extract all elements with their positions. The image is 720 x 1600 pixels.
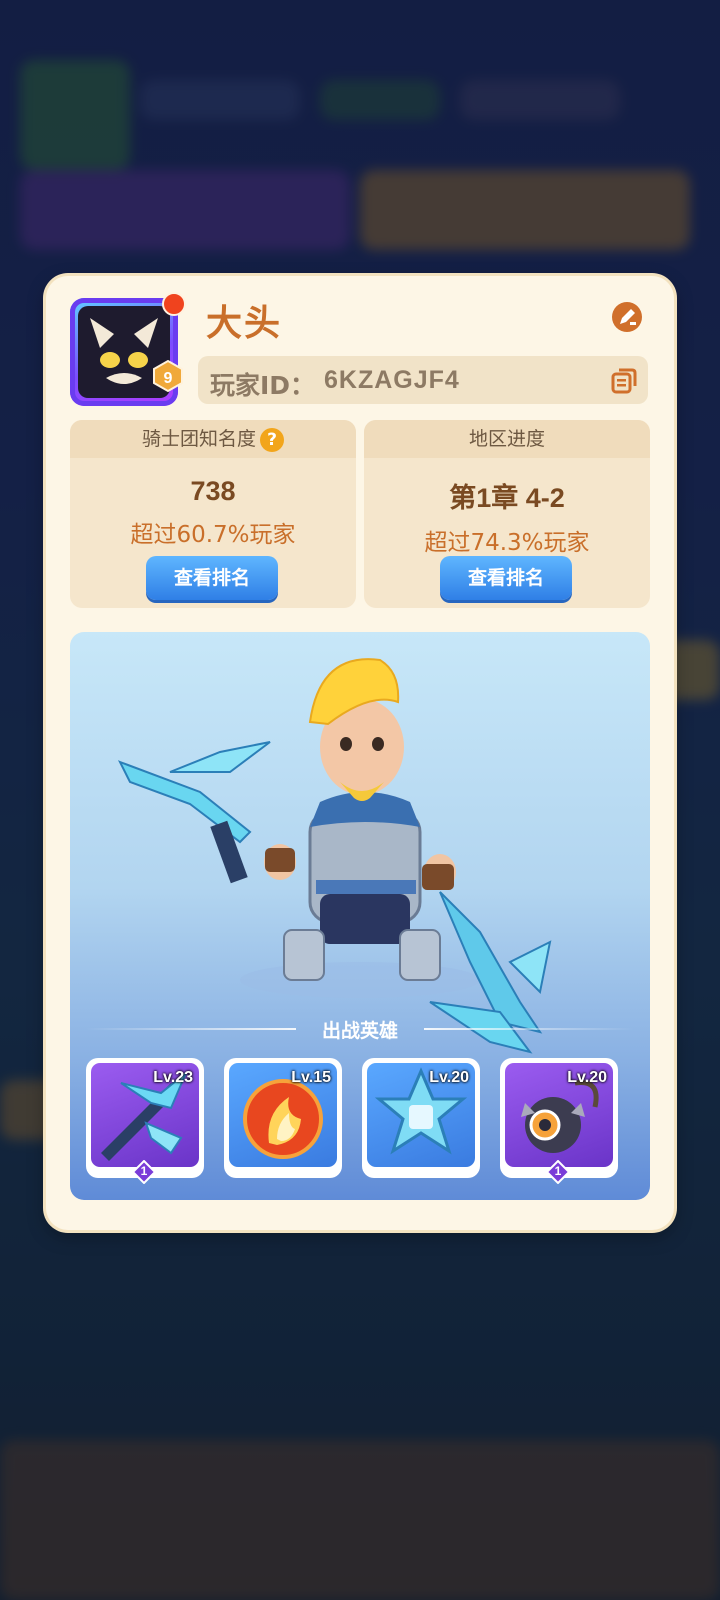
equip-slot-1-badge: 1 xyxy=(131,1159,157,1185)
equip-slot-1-level: Lv.23 xyxy=(153,1069,193,1086)
edit-name-icon[interactable] xyxy=(610,300,644,334)
avatar-frame[interactable]: 9 xyxy=(70,292,186,406)
region-rank-button[interactable]: 查看排名 xyxy=(440,556,572,600)
equip-slot-1[interactable]: Lv.23 1 xyxy=(86,1058,204,1185)
region-percentile: 超过74.3%玩家 xyxy=(424,530,590,556)
player-id-label: 玩家ID： xyxy=(210,371,316,400)
fame-title: 骑士团知名度 xyxy=(141,428,256,450)
player-profile-card: 9 大头 玩家ID： 6KZAGJF4 骑士团知名度? 738 超过60.7%玩… xyxy=(46,276,674,1230)
fame-rank-button[interactable]: 查看排名 xyxy=(146,556,278,600)
equip-slot-4-bg: Lv.20 xyxy=(505,1063,613,1167)
help-icon[interactable]: ? xyxy=(260,427,284,452)
hero-showcase: 出战英雄 Lv.23 1 Lv.15 Lv.20 Lv.20 1 xyxy=(70,632,650,1200)
equip-slot-1-badge-number: 1 xyxy=(140,1164,148,1178)
battle-heroes-label: 出战英雄 xyxy=(321,1020,398,1042)
equip-slot-2-level: Lv.15 xyxy=(291,1069,331,1086)
copy-icon[interactable] xyxy=(610,366,638,394)
region-stat-box: 地区进度 第1章 4-2 超过74.3%玩家 查看排名 xyxy=(364,420,650,608)
fame-value: 738 xyxy=(190,476,236,506)
equip-slot-2[interactable]: Lv.15 xyxy=(224,1058,342,1178)
fame-title-row: 骑士团知名度? xyxy=(70,420,356,458)
battle-heroes-divider: 出战英雄 xyxy=(86,1014,634,1044)
equip-slot-4-level: Lv.20 xyxy=(567,1069,607,1086)
equip-slot-4-badge: 1 xyxy=(545,1159,571,1185)
fame-percentile: 超过60.7%玩家 xyxy=(130,522,296,548)
equip-slot-1-bg: Lv.23 xyxy=(91,1063,199,1167)
player-id-bar: 玩家ID： 6KZAGJF4 xyxy=(198,356,648,404)
player-id-value: 6KZAGJF4 xyxy=(324,366,460,394)
region-value: 第1章 4-2 xyxy=(449,483,565,513)
equip-slot-3-bg: Lv.20 xyxy=(367,1063,475,1167)
notification-dot xyxy=(162,292,186,316)
equip-slot-2-bg: Lv.15 xyxy=(229,1063,337,1167)
fame-stat-box: 骑士团知名度? 738 超过60.7%玩家 查看排名 xyxy=(70,420,356,608)
player-name: 大头 xyxy=(206,303,283,344)
region-title: 地区进度 xyxy=(364,420,650,458)
equip-slot-4[interactable]: Lv.20 1 xyxy=(500,1058,618,1185)
equip-slot-4-badge-number: 1 xyxy=(554,1164,562,1178)
equip-slot-3-level: Lv.20 xyxy=(429,1069,469,1086)
player-level: 9 xyxy=(163,370,173,387)
equip-slot-3[interactable]: Lv.20 xyxy=(362,1058,480,1178)
